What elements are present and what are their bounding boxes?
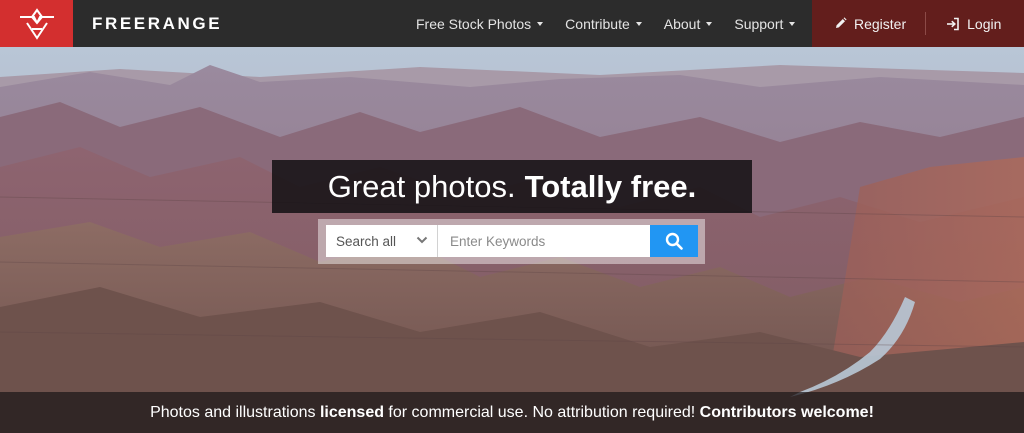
logo-link[interactable] — [0, 0, 73, 47]
freerange-logo-icon — [19, 7, 54, 40]
headline-light: Great photos. — [327, 168, 516, 204]
tagline-text: Photos and illustrations — [150, 403, 320, 421]
login-button[interactable]: Login — [946, 16, 1001, 32]
nav-about[interactable]: About — [664, 16, 713, 32]
register-button[interactable]: Register — [834, 16, 906, 32]
nav-free-stock-photos[interactable]: Free Stock Photos — [416, 15, 544, 32]
nav-support[interactable]: Support — [734, 15, 796, 32]
tagline-contributors[interactable]: Contributors welcome! — [700, 404, 874, 422]
nav-label: Support — [734, 15, 784, 32]
brand-name[interactable]: FREERANGE — [92, 0, 222, 47]
hero-section: Great photos. Totally free. Search all P… — [0, 47, 1024, 433]
search-input[interactable] — [438, 225, 650, 257]
pencil-icon — [836, 17, 847, 28]
nav-label: Contribute — [565, 15, 630, 32]
account-divider — [925, 12, 927, 35]
tagline-text-2: for commercial use. No attribution requi… — [383, 403, 700, 421]
search-button[interactable] — [650, 225, 698, 257]
caret-down-icon — [789, 21, 796, 26]
headline-bold: Totally free. — [524, 168, 697, 204]
account-area: Register Login — [812, 0, 1024, 47]
caret-down-icon — [706, 21, 713, 26]
tagline-bar: Photos and illustrations licensed for co… — [0, 392, 1024, 433]
caret-down-icon — [537, 21, 544, 26]
search-category-select[interactable]: Search all — [326, 225, 438, 257]
nav-label: About — [663, 15, 701, 32]
top-navbar: FREERANGE Free Stock Photos Contribute A… — [0, 0, 1024, 47]
sign-in-icon — [947, 17, 959, 30]
main-menu: Free Stock Photos Contribute About Suppo… — [405, 0, 806, 47]
tagline-licensed: licensed — [319, 403, 384, 421]
login-label: Login — [967, 15, 1002, 32]
chevron-down-icon — [416, 236, 428, 244]
search-icon — [665, 232, 683, 250]
hero-headline: Great photos. Totally free. — [272, 160, 752, 213]
nav-contribute[interactable]: Contribute — [565, 16, 642, 32]
search-category-value: Search all — [336, 233, 397, 249]
nav-label: Free Stock Photos — [416, 15, 532, 32]
caret-down-icon — [635, 21, 642, 26]
register-label: Register — [854, 15, 907, 32]
